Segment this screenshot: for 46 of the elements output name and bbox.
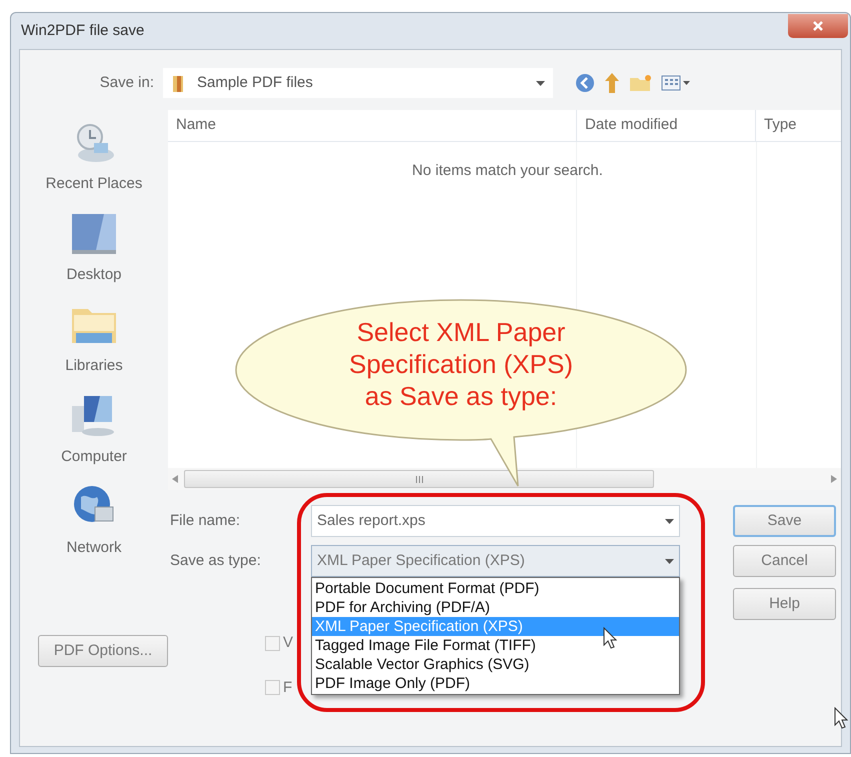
caret-icon [536, 80, 545, 86]
window-title: Win2PDF file save [21, 20, 144, 41]
close-icon [812, 20, 824, 32]
dialog-button[interactable]: Save [733, 505, 836, 537]
checkbox[interactable] [265, 680, 280, 696]
column-header[interactable]: Type [756, 110, 841, 141]
save-as-type-label: Save as type: [169, 550, 262, 571]
file-name-field[interactable]: Sales report.xps [311, 505, 680, 537]
save-in-value: Sample PDF files [197, 72, 314, 93]
dropdown-option[interactable]: XML Paper Specification (XPS) [312, 617, 679, 636]
close-button[interactable] [788, 14, 848, 38]
checkbox-label: V [283, 633, 294, 653]
dropdown-option[interactable]: PDF for Archiving (PDF/A) [312, 598, 679, 617]
save-in-label: Save in: [98, 72, 154, 93]
column-header[interactable]: Name [168, 110, 576, 141]
empty-message: No items match your search. [412, 161, 603, 181]
dropdown-option[interactable]: Portable Document Format (PDF) [312, 579, 679, 598]
column-header[interactable]: Date modified [576, 110, 756, 141]
horizontal-scrollbar[interactable] [168, 468, 841, 490]
pdf-options-button[interactable]: PDF Options... [38, 635, 168, 667]
callout-text: Select XML Paper Specification (XPS) as Save as type: [349, 316, 573, 412]
dropdown-option[interactable]: PDF Image Only (PDF) [312, 674, 679, 693]
caret-icon [665, 518, 674, 524]
back-icon[interactable] [575, 73, 595, 93]
scroll-right-icon[interactable] [831, 475, 837, 483]
new-folder-icon[interactable] [629, 74, 653, 92]
save-as-type-dropdown[interactable]: XML Paper Specification (XPS) [311, 545, 680, 577]
checkbox-label: F [283, 678, 292, 698]
desktop-icon [70, 212, 118, 256]
place-label[interactable]: Computer [61, 446, 127, 468]
dialog-button[interactable]: Help [733, 588, 836, 620]
place-label[interactable]: Desktop [66, 264, 122, 286]
caret-icon [665, 558, 674, 564]
cursor-icon [603, 627, 617, 649]
file-name-label: File name: [169, 510, 242, 531]
scroll-left-icon[interactable] [172, 475, 178, 483]
view-menu-icon[interactable] [661, 74, 691, 92]
dropdown-option[interactable]: Tagged Image File Format (TIFF) [312, 636, 679, 655]
checkbox[interactable] [265, 636, 280, 651]
place-label[interactable]: Libraries [65, 354, 123, 377]
up-arrow-icon[interactable] [603, 72, 621, 94]
dropdown-option[interactable]: Scalable Vector Graphics (SVG) [312, 655, 679, 674]
save-in-dropdown[interactable]: Sample PDF files [163, 68, 553, 98]
place-label[interactable]: Recent Places [46, 172, 142, 195]
dialog-button[interactable]: Cancel [733, 545, 836, 577]
place-label[interactable]: Network [66, 536, 122, 559]
